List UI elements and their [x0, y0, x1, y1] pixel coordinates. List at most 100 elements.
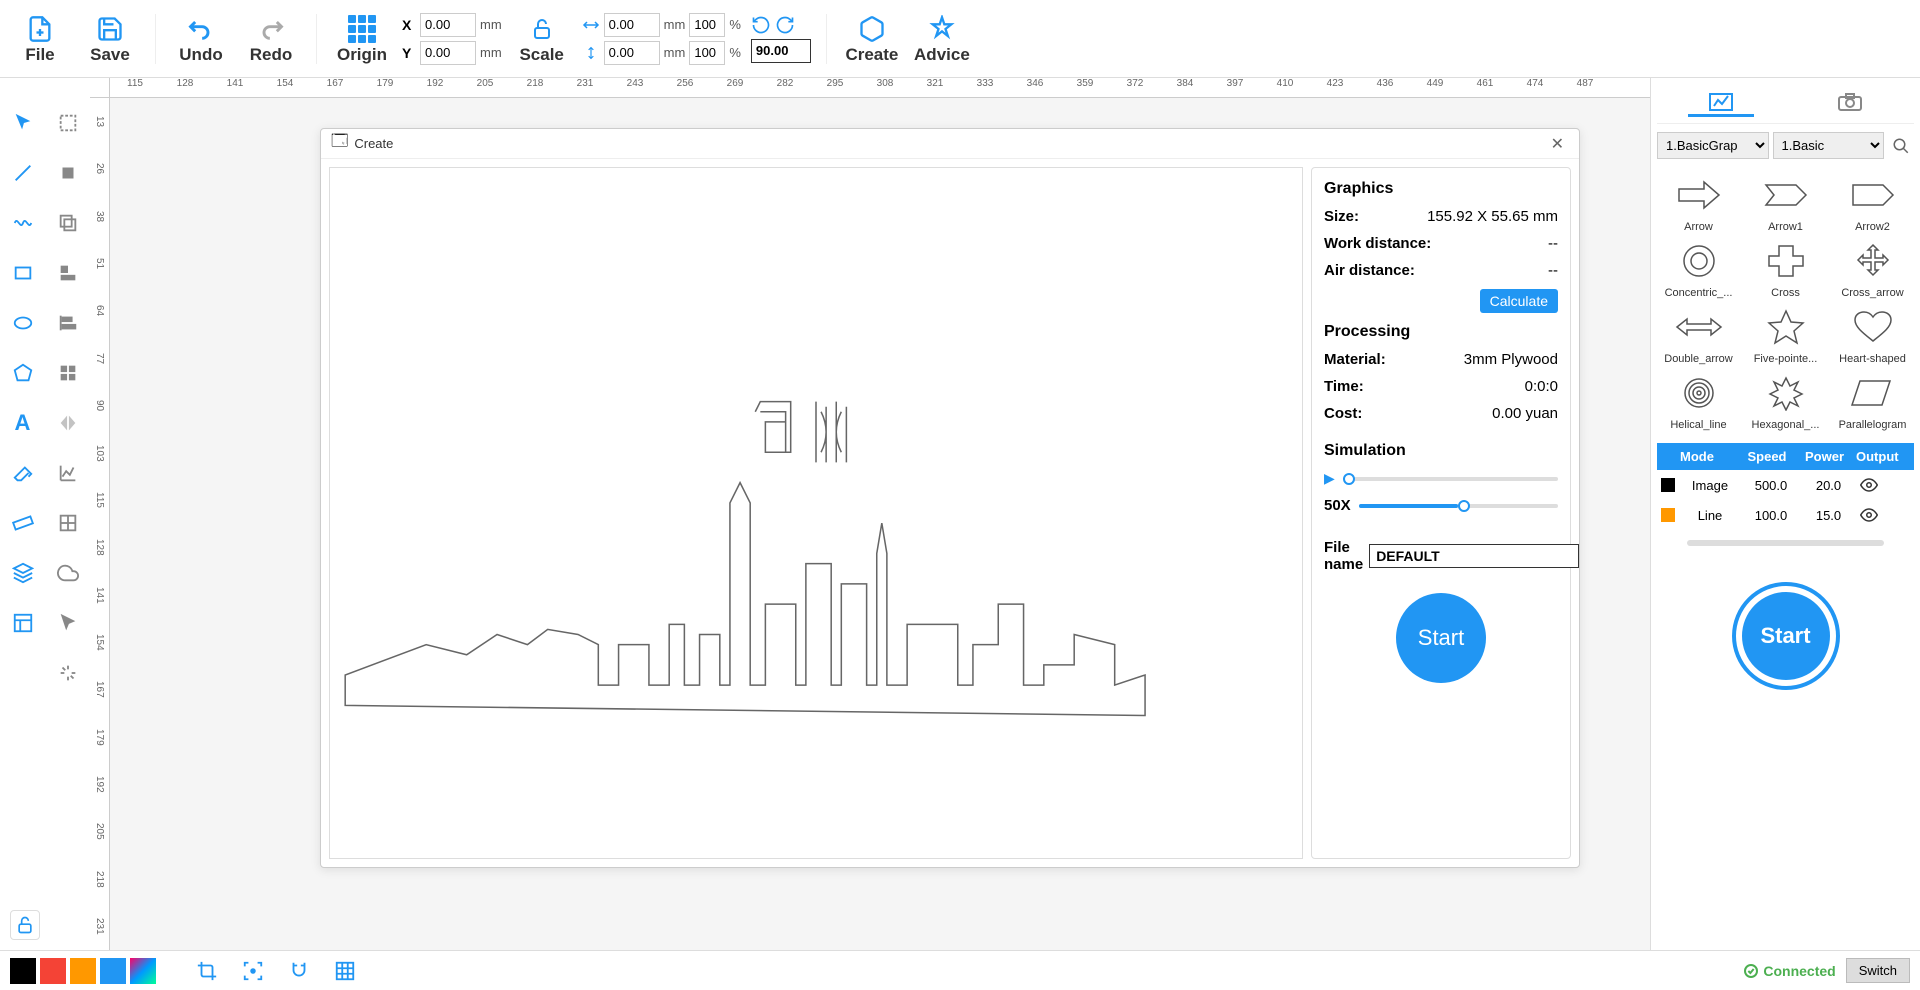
- tab-camera[interactable]: [1817, 90, 1883, 117]
- file-button[interactable]: File: [10, 13, 70, 65]
- lock-tool[interactable]: [10, 910, 40, 940]
- create-icon: [856, 13, 888, 45]
- color-swatch[interactable]: [100, 958, 126, 984]
- simulation-slider[interactable]: [1343, 477, 1558, 481]
- undo-button[interactable]: Undo: [171, 13, 231, 65]
- main-area: A 115128141154167179192205218231: [0, 78, 1920, 950]
- filename-input[interactable]: [1369, 544, 1579, 568]
- filename-label: File name: [1324, 539, 1363, 573]
- cost-label: Cost:: [1324, 405, 1362, 422]
- color-swatch[interactable]: [70, 958, 96, 984]
- layer-row[interactable]: Line100.015.0: [1657, 500, 1914, 530]
- dialog-start-button[interactable]: Start: [1396, 593, 1486, 683]
- tab-shapes[interactable]: [1688, 90, 1754, 117]
- width-pct-input[interactable]: [689, 13, 725, 37]
- rect-tool[interactable]: [8, 258, 38, 288]
- scale-label: Scale: [519, 45, 563, 65]
- shape-category-select[interactable]: 1.BasicGrap: [1657, 132, 1769, 159]
- switch-button[interactable]: Switch: [1846, 958, 1910, 983]
- ellipse-tool[interactable]: [8, 308, 38, 338]
- cursor-tool[interactable]: [53, 608, 83, 638]
- create-dialog: 🗔 Create ✕: [320, 128, 1580, 868]
- shape-tool[interactable]: [53, 158, 83, 188]
- shape-arrow2[interactable]: Arrow2: [1831, 171, 1914, 233]
- search-button[interactable]: [1888, 132, 1914, 159]
- rotate-cw-icon[interactable]: [775, 15, 795, 35]
- shapes-grid: ArrowArrow1Arrow2 Concentric_...CrossCros…: [1657, 167, 1914, 435]
- chart-tool[interactable]: [53, 458, 83, 488]
- blank-tool: [8, 658, 38, 688]
- left-toolbar: A: [0, 78, 90, 950]
- calculate-button[interactable]: Calculate: [1480, 289, 1558, 313]
- grid-toggle[interactable]: [332, 958, 358, 984]
- rotate-input[interactable]: [751, 39, 811, 63]
- y-input[interactable]: [420, 41, 476, 65]
- shape-arrow1[interactable]: Arrow1: [1744, 171, 1827, 233]
- marquee-tool[interactable]: [53, 108, 83, 138]
- curve-tool[interactable]: [8, 208, 38, 238]
- save-button[interactable]: Save: [80, 13, 140, 65]
- shape-arrow[interactable]: Arrow: [1657, 171, 1740, 233]
- polygon-tool[interactable]: [8, 358, 38, 388]
- text-tool[interactable]: A: [8, 408, 38, 438]
- align-left-tool[interactable]: [53, 308, 83, 338]
- cloud-tool[interactable]: [53, 558, 83, 588]
- shape-cross_arrow[interactable]: Cross_arrow: [1831, 237, 1914, 299]
- sparkle-tool[interactable]: [53, 658, 83, 688]
- rotate-ccw-icon[interactable]: [751, 15, 771, 35]
- magnet-tool[interactable]: [286, 958, 312, 984]
- play-button[interactable]: ▶: [1324, 470, 1335, 487]
- shape-double_arrow[interactable]: Double_arrow: [1657, 303, 1740, 365]
- color-swatch[interactable]: [40, 958, 66, 984]
- shape-cross[interactable]: Cross: [1744, 237, 1827, 299]
- eraser-tool[interactable]: [8, 458, 38, 488]
- scale-button[interactable]: Scale: [512, 13, 572, 65]
- grid-tool[interactable]: [53, 358, 83, 388]
- info-panel: Graphics Size:155.92 X 55.65 mm Work dis…: [1311, 167, 1571, 859]
- dialog-close-button[interactable]: ✕: [1546, 134, 1569, 154]
- color-swatch[interactable]: [10, 958, 36, 984]
- layer-row[interactable]: Image500.020.0: [1657, 470, 1914, 500]
- height-pct-input[interactable]: [689, 41, 725, 65]
- redo-button[interactable]: Redo: [241, 13, 301, 65]
- right-start-button[interactable]: Start: [1736, 586, 1836, 686]
- create-label: Create: [845, 45, 898, 65]
- material-value: 3mm Plywood: [1464, 351, 1558, 368]
- line-tool[interactable]: [8, 158, 38, 188]
- shape-hexagonal_...[interactable]: Hexagonal_...: [1744, 369, 1827, 431]
- shape-sub-select[interactable]: 1.Basic: [1773, 132, 1885, 159]
- create-button[interactable]: Create: [842, 13, 902, 65]
- focus-tool[interactable]: [240, 958, 266, 984]
- ruler-horizontal: 1151281411541671791922052182312432562692…: [110, 78, 1650, 98]
- preview-artwork: [330, 168, 1302, 858]
- width-input[interactable]: [604, 13, 660, 37]
- mirror-tool[interactable]: [53, 408, 83, 438]
- dialog-header[interactable]: 🗔 Create ✕: [321, 129, 1579, 159]
- shape-heart-shaped[interactable]: Heart-shaped: [1831, 303, 1914, 365]
- layers-tool[interactable]: [8, 558, 38, 588]
- align-tool[interactable]: [53, 258, 83, 288]
- height-input[interactable]: [604, 41, 660, 65]
- canvas-area[interactable]: 1151281411541671791922052182312432562692…: [90, 78, 1650, 950]
- shape-five-pointe...[interactable]: Five-pointe...: [1744, 303, 1827, 365]
- copy-tool[interactable]: [53, 208, 83, 238]
- rotate-group: [751, 15, 811, 63]
- shape-helical_line[interactable]: Helical_line: [1657, 369, 1740, 431]
- speed-slider[interactable]: [1359, 504, 1558, 508]
- origin-icon: [346, 13, 378, 45]
- bottom-bar: Connected Switch: [0, 950, 1920, 990]
- table-tool[interactable]: [53, 508, 83, 538]
- crop-tool[interactable]: [194, 958, 220, 984]
- x-input[interactable]: [420, 13, 476, 37]
- origin-button[interactable]: Origin: [332, 13, 392, 65]
- air-label: Air distance:: [1324, 262, 1415, 279]
- sim-speed-label: 50X: [1324, 497, 1351, 514]
- shape-concentric_...[interactable]: Concentric_...: [1657, 237, 1740, 299]
- advice-button[interactable]: Advice: [912, 13, 972, 65]
- ruler-tool[interactable]: [8, 508, 38, 538]
- layout-tool[interactable]: [8, 608, 38, 638]
- shape-parallelogram[interactable]: Parallelogram: [1831, 369, 1914, 431]
- select-tool[interactable]: [8, 108, 38, 138]
- color-swatch[interactable]: [130, 958, 156, 984]
- air-value: --: [1548, 262, 1558, 279]
